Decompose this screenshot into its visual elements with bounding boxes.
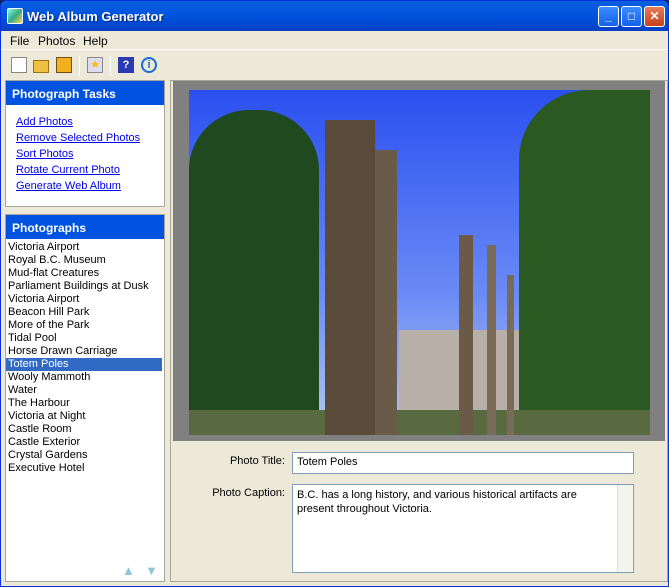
caption-scrollbar[interactable] <box>617 485 633 572</box>
photo-list-item[interactable]: The Harbour <box>6 397 162 410</box>
photo-caption-label: Photo Caption: <box>212 487 285 499</box>
photo-list-item[interactable]: Parliament Buildings at Dusk <box>6 280 162 293</box>
move-up-arrow-icon[interactable]: ▲ <box>122 564 135 577</box>
photo-caption-textarea[interactable]: B.C. has a long history, and various his… <box>292 484 634 573</box>
window-title: Web Album Generator <box>27 9 164 24</box>
photo-list-item[interactable]: Wooly Mammoth <box>6 371 162 384</box>
photo-list-item[interactable]: Tidal Pool <box>6 332 162 345</box>
photo-details-panel: Photo Title: Totem Poles Photo Caption: … <box>170 80 668 582</box>
photo-list-item[interactable]: More of the Park <box>6 319 162 332</box>
menu-help[interactable]: Help <box>83 34 108 48</box>
photo-list-item[interactable]: Water <box>6 384 162 397</box>
save-icon[interactable] <box>56 57 72 73</box>
info-icon[interactable]: i <box>141 57 157 73</box>
open-icon[interactable] <box>33 60 49 73</box>
star-icon[interactable]: ★ <box>87 57 103 73</box>
remove-photos-link[interactable]: Remove Selected Photos <box>16 132 140 144</box>
toolbar: ★ ? i <box>1 52 668 79</box>
photo-title-label: Photo Title: <box>229 455 285 467</box>
photo-list-item[interactable]: Horse Drawn Carriage <box>6 345 162 358</box>
new-icon[interactable] <box>11 57 27 73</box>
move-down-arrow-icon[interactable]: ▼ <box>145 564 158 577</box>
rotate-photo-link[interactable]: Rotate Current Photo <box>16 164 120 176</box>
photo-image <box>189 90 650 435</box>
photo-list-item[interactable]: Crystal Gardens <box>6 449 162 462</box>
photo-list-item[interactable]: Castle Exterior <box>6 436 162 449</box>
close-button[interactable]: ✕ <box>644 6 665 27</box>
photographs-header: Photographs <box>6 215 164 239</box>
tasks-header: Photograph Tasks <box>6 81 164 105</box>
photo-list-item[interactable]: Executive Hotel <box>6 462 162 475</box>
minimize-button[interactable]: _ <box>598 6 619 27</box>
title-bar: Web Album Generator _ □ ✕ <box>1 1 668 31</box>
photographs-panel: Photographs Victoria Airport Royal B.C. M… <box>5 214 165 582</box>
menu-bar: File Photos Help <box>1 31 668 50</box>
menu-photos[interactable]: Photos <box>38 34 75 48</box>
help-icon[interactable]: ? <box>118 57 134 73</box>
app-icon <box>7 8 23 24</box>
photo-viewer <box>173 81 665 441</box>
photo-list-item[interactable]: Royal B.C. Museum <box>6 254 162 267</box>
menu-file[interactable]: File <box>10 34 29 48</box>
tasks-panel: Photograph Tasks Add Photos Remove Selec… <box>5 80 165 207</box>
photo-list-item[interactable]: Victoria Airport <box>6 293 162 306</box>
photo-title-input[interactable]: Totem Poles <box>292 452 634 474</box>
photo-list-item[interactable]: Beacon Hill Park <box>6 306 162 319</box>
app-window: Web Album Generator _ □ ✕ File Photos He… <box>0 0 669 587</box>
sort-photos-link[interactable]: Sort Photos <box>16 148 73 160</box>
photo-list-item[interactable]: Totem Poles <box>6 358 162 371</box>
add-photos-link[interactable]: Add Photos <box>16 116 73 128</box>
photo-list-item[interactable]: Victoria at Night <box>6 410 162 423</box>
photo-list-item[interactable]: Castle Room <box>6 423 162 436</box>
photo-list-item[interactable]: Mud-flat Creatures <box>6 267 162 280</box>
generate-album-link[interactable]: Generate Web Album <box>16 180 121 192</box>
photo-list-item[interactable]: Victoria Airport <box>6 241 162 254</box>
maximize-button[interactable]: □ <box>621 6 642 27</box>
